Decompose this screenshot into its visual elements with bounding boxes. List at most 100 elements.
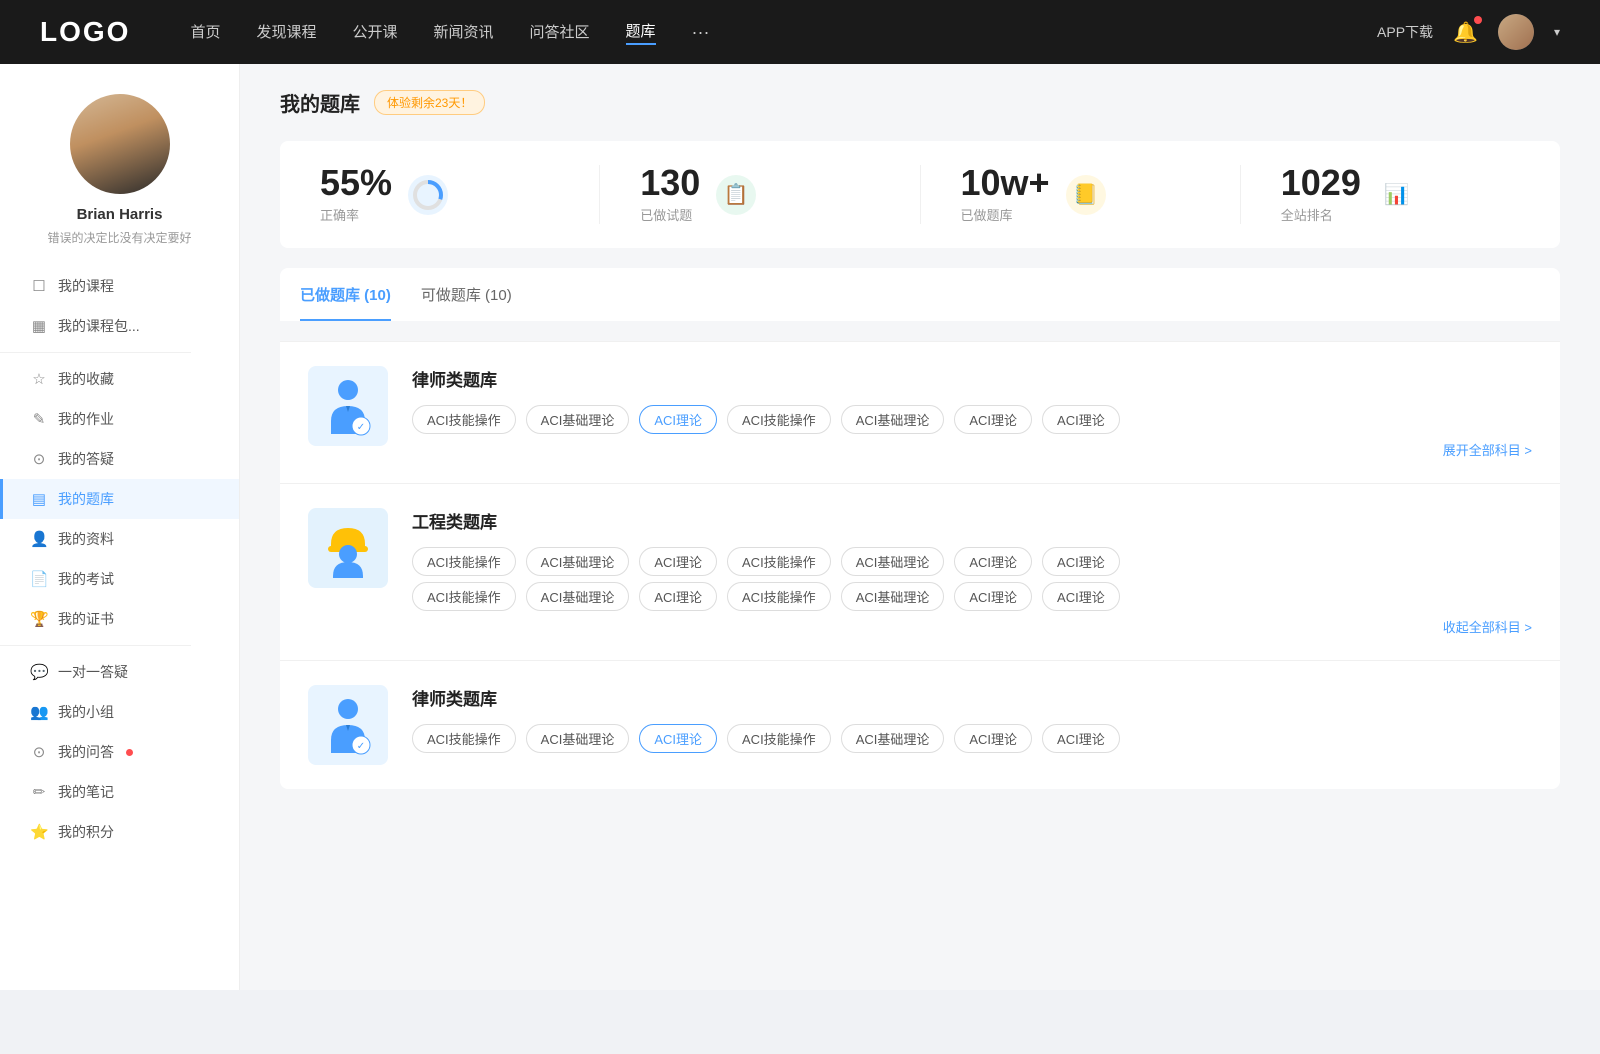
lawyer-icon-2: ✓ (321, 695, 376, 755)
nav-news[interactable]: 新闻资讯 (434, 21, 494, 44)
eng-tag-14[interactable]: ACI理论 (1042, 582, 1120, 611)
eng-tag-2[interactable]: ACI基础理论 (526, 547, 630, 576)
accuracy-icon (408, 175, 448, 215)
l2-tag-1[interactable]: ACI技能操作 (412, 724, 516, 753)
eng-tag-4[interactable]: ACI技能操作 (727, 547, 831, 576)
l2-tag-7[interactable]: ACI理论 (1042, 724, 1120, 753)
sidebar-avatar-wrap (70, 94, 170, 194)
nav-more[interactable]: ··· (692, 22, 710, 43)
chevron-down-icon[interactable]: ▾ (1554, 25, 1560, 39)
l2-tag-2[interactable]: ACI基础理论 (526, 724, 630, 753)
tag-aci-skill[interactable]: ACI技能操作 (412, 405, 516, 434)
sidebar-item-questions[interactable]: ⊙ 我的问答 (0, 732, 239, 772)
nav-links: 首页 发现课程 公开课 新闻资讯 问答社区 题库 ··· (190, 20, 1377, 45)
nav-question-bank[interactable]: 题库 (626, 20, 656, 45)
l2-tag-3-active[interactable]: ACI理论 (639, 724, 717, 753)
sidebar-item-course-packages[interactable]: ▦ 我的课程包... (0, 306, 239, 346)
sidebar-item-label: 我的课程 (58, 276, 114, 296)
bell-icon: 🔔 (1453, 22, 1478, 44)
sidebar-item-notes[interactable]: ✏ 我的笔记 (0, 772, 239, 812)
chat-icon: 💬 (30, 663, 48, 681)
svg-text:✓: ✓ (356, 422, 364, 433)
packages-icon: ▦ (30, 317, 48, 335)
sidebar-item-homework[interactable]: ✎ 我的作业 (0, 399, 239, 439)
sidebar-item-certificate[interactable]: 🏆 我的证书 (0, 599, 239, 639)
nav-discover[interactable]: 发现课程 (256, 21, 316, 44)
star-icon: ☆ (30, 370, 48, 388)
sidebar-item-label: 我的笔记 (58, 782, 114, 802)
l2-tag-6[interactable]: ACI理论 (954, 724, 1032, 753)
group-icon: 👥 (30, 703, 48, 721)
bank-card-body-engineer: 工程类题库 ACI技能操作 ACI基础理论 ACI理论 ACI技能操作 ACI基… (412, 508, 1532, 636)
stat-rank: 1029 全站排名 📊 (1241, 165, 1520, 224)
tabs-row: 已做题库 (10) 可做题库 (10) (280, 268, 1560, 321)
sidebar-item-points[interactable]: ⭐ 我的积分 (0, 812, 239, 852)
app-download-button[interactable]: APP下载 (1377, 22, 1433, 42)
sidebar-item-label: 我的证书 (58, 609, 114, 629)
eng-tag-9[interactable]: ACI基础理论 (526, 582, 630, 611)
stat-done-questions: 130 已做试题 📋 (600, 165, 920, 224)
tab-available-banks[interactable]: 可做题库 (10) (421, 268, 512, 321)
sidebar-divider (0, 352, 191, 353)
sidebar-item-label: 我的题库 (58, 489, 114, 509)
trial-badge[interactable]: 体验剩余23天！ (374, 90, 485, 115)
stat-done-banks: 10w+ 已做题库 📒 (921, 165, 1241, 224)
bank-tags-engineer-row1: ACI技能操作 ACI基础理论 ACI理论 ACI技能操作 ACI基础理论 AC… (412, 547, 1532, 576)
qa-icon: ⊙ (30, 450, 48, 468)
bank-collapse-engineer[interactable]: 收起全部科目 > (412, 617, 1532, 636)
sidebar-item-profile[interactable]: 👤 我的资料 (0, 519, 239, 559)
tag-aci-theory-2[interactable]: ACI理论 (954, 405, 1032, 434)
page-wrap: Brian Harris 错误的决定比没有决定要好 ☐ 我的课程 ▦ 我的课程包… (0, 64, 1600, 990)
sidebar-menu: ☐ 我的课程 ▦ 我的课程包... ☆ 我的收藏 ✎ 我的作业 ⊙ 我的答疑 ▤ (0, 266, 239, 852)
eng-tag-7[interactable]: ACI理论 (1042, 547, 1120, 576)
tabs-and-cards: 已做题库 (10) 可做题库 (10) (280, 268, 1560, 789)
eng-tag-13[interactable]: ACI理论 (954, 582, 1032, 611)
sidebar-item-exam[interactable]: 📄 我的考试 (0, 559, 239, 599)
sidebar-item-group[interactable]: 👥 我的小组 (0, 692, 239, 732)
l2-tag-4[interactable]: ACI技能操作 (727, 724, 831, 753)
sidebar-item-my-courses[interactable]: ☐ 我的课程 (0, 266, 239, 306)
l2-tag-5[interactable]: ACI基础理论 (841, 724, 945, 753)
courses-icon: ☐ (30, 277, 48, 295)
eng-tag-6[interactable]: ACI理论 (954, 547, 1032, 576)
profile-icon: 👤 (30, 530, 48, 548)
sidebar-item-label: 我的答疑 (58, 449, 114, 469)
eng-tag-11[interactable]: ACI技能操作 (727, 582, 831, 611)
eng-tag-3[interactable]: ACI理论 (639, 547, 717, 576)
logo[interactable]: LOGO (40, 16, 130, 48)
sidebar-item-label: 我的资料 (58, 529, 114, 549)
nav-qa[interactable]: 问答社区 (530, 21, 590, 44)
bank-card-title-lawyer-1: 律师类题库 (412, 366, 1532, 391)
sidebar-item-qa[interactable]: ⊙ 我的答疑 (0, 439, 239, 479)
stat-done-questions-label: 已做试题 (640, 205, 700, 224)
stat-accuracy-value: 55% (320, 165, 392, 201)
tab-done-banks[interactable]: 已做题库 (10) (300, 268, 391, 321)
sidebar-item-one-on-one[interactable]: 💬 一对一答疑 (0, 652, 239, 692)
sidebar-item-favorites[interactable]: ☆ 我的收藏 (0, 359, 239, 399)
nav-home[interactable]: 首页 (190, 21, 220, 44)
sidebar-item-label: 我的作业 (58, 409, 114, 429)
eng-tag-8[interactable]: ACI技能操作 (412, 582, 516, 611)
eng-tag-5[interactable]: ACI基础理论 (841, 547, 945, 576)
points-icon: ⭐ (30, 823, 48, 841)
stat-rank-label: 全站排名 (1281, 205, 1361, 224)
notification-bell[interactable]: 🔔 (1453, 20, 1478, 45)
tag-aci-skill-2[interactable]: ACI技能操作 (727, 405, 831, 434)
sidebar-item-label: 我的收藏 (58, 369, 114, 389)
tag-aci-theory-3[interactable]: ACI理论 (1042, 405, 1120, 434)
navbar: LOGO 首页 发现课程 公开课 新闻资讯 问答社区 题库 ··· APP下载 … (0, 0, 1600, 64)
tag-aci-basic-2[interactable]: ACI基础理论 (841, 405, 945, 434)
nav-open-course[interactable]: 公开课 (352, 21, 397, 44)
avatar[interactable] (1498, 14, 1534, 50)
navbar-right: APP下载 🔔 ▾ (1377, 14, 1560, 50)
stat-accuracy-label: 正确率 (320, 205, 392, 224)
tag-aci-basic[interactable]: ACI基础理论 (526, 405, 630, 434)
bank-cards: ✓ 律师类题库 ACI技能操作 ACI基础理论 ACI理论 ACI技能操作 AC… (280, 341, 1560, 789)
sidebar-item-question-bank[interactable]: ▤ 我的题库 (0, 479, 239, 519)
bank-expand-lawyer-1[interactable]: 展开全部科目 > (412, 440, 1532, 459)
eng-tag-10[interactable]: ACI理论 (639, 582, 717, 611)
tag-aci-theory-active[interactable]: ACI理论 (639, 405, 717, 434)
stat-rank-value: 1029 (1281, 165, 1361, 201)
eng-tag-1[interactable]: ACI技能操作 (412, 547, 516, 576)
eng-tag-12[interactable]: ACI基础理论 (841, 582, 945, 611)
